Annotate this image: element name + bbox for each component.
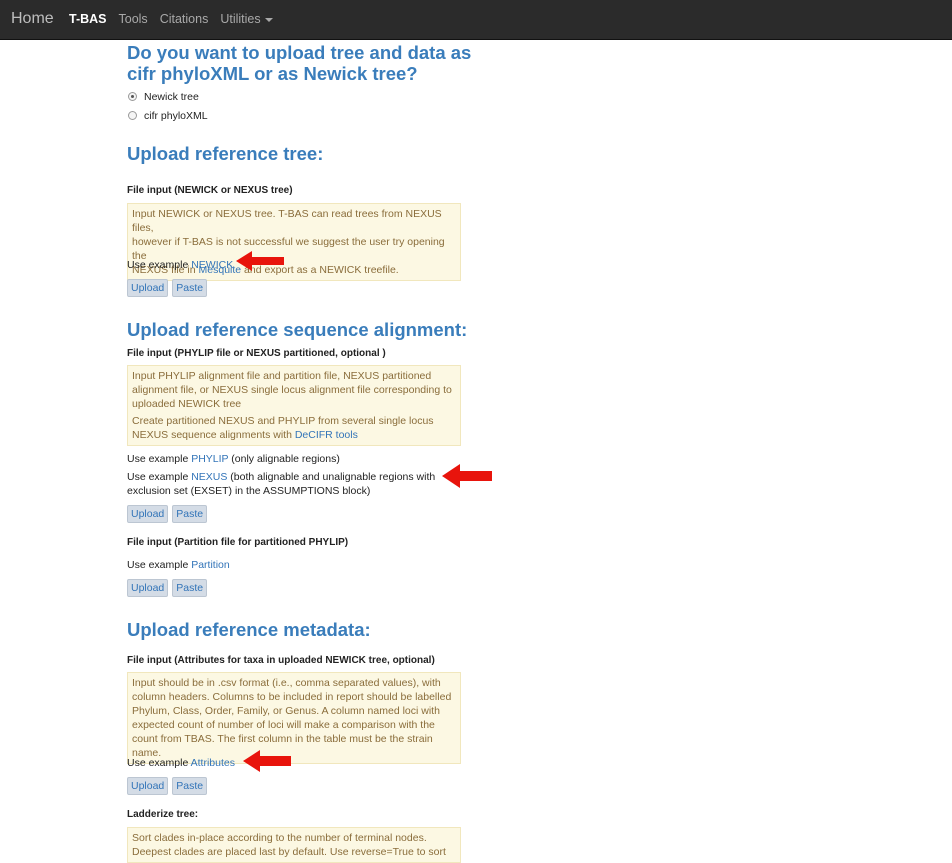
- nexus-example-line2: exclusion set (EXSET) in the ASSUMPTIONS…: [127, 485, 371, 497]
- alignment-paste-button[interactable]: Paste: [172, 505, 208, 523]
- attributes-example-line: Use example Attributes: [127, 756, 235, 770]
- nav-item-tbas[interactable]: T-BAS: [69, 12, 107, 26]
- tree-example-line: Use example NEWICK: [127, 258, 233, 272]
- tree-help-line1: Input NEWICK or NEXUS tree. T-BAS can re…: [132, 208, 442, 234]
- format-question-title: Do you want to upload tree and data as c…: [127, 42, 471, 84]
- phylip-example-link[interactable]: PHYLIP: [191, 453, 228, 465]
- top-navbar: Home T-BAS Tools Citations Utilities: [0, 0, 952, 40]
- metadata-paste-button[interactable]: Paste: [172, 777, 208, 795]
- nav-item-utilities-label: Utilities: [220, 12, 261, 26]
- nav-home-link[interactable]: Home: [11, 10, 54, 28]
- newick-example-link[interactable]: NEWICK: [191, 259, 233, 271]
- phylip-example-post: (only alignable regions): [228, 453, 340, 465]
- radio-newick-label: Newick tree: [144, 90, 199, 103]
- metadata-section-title: Upload reference metadata:: [127, 619, 371, 640]
- tree-example-prefix: Use example: [127, 259, 192, 271]
- radio-phyloxml[interactable]: cifr phyloXML: [127, 106, 208, 125]
- partition-upload-button[interactable]: Upload: [127, 579, 169, 597]
- decifr-tools-link[interactable]: DeCIFR tools: [295, 429, 358, 441]
- partition-example-line: Use example Partition: [127, 558, 230, 572]
- nav-item-citations[interactable]: Citations: [160, 12, 209, 26]
- alignment-section-title: Upload reference sequence alignment:: [127, 319, 468, 340]
- metadata-help-line2: column headers. Columns to be included i…: [132, 691, 452, 703]
- radio-newick[interactable]: Newick tree: [127, 87, 199, 106]
- nav-menu: T-BAS Tools Citations Utilities: [69, 12, 285, 26]
- metadata-help-box: Input should be in .csv format (i.e., co…: [127, 672, 461, 764]
- partition-file-label: File input (Partition file for partition…: [127, 537, 349, 548]
- alignment-help-box: Input PHYLIP alignment file and partitio…: [127, 365, 461, 446]
- nexus-example-line: Use example NEXUS (both alignable and un…: [127, 470, 472, 498]
- metadata-help-line4: expected count of number of loci will ma…: [132, 719, 435, 731]
- tree-buttons: Upload Paste: [127, 279, 208, 297]
- nexus-example-link[interactable]: NEXUS: [191, 471, 227, 483]
- metadata-help-line3: Phylum, Class, Order, Family, or Genus. …: [132, 705, 440, 717]
- ladderize-help-box: Sort clades in-place according to the nu…: [127, 827, 461, 863]
- ladderize-label: Ladderize tree:: [127, 809, 199, 820]
- tree-section-title: Upload reference tree:: [127, 143, 324, 164]
- alignment-help-line1: Input PHYLIP alignment file and partitio…: [132, 370, 432, 382]
- partition-buttons: Upload Paste: [127, 579, 208, 597]
- phylip-example-prefix: Use example: [127, 453, 192, 465]
- tree-paste-button[interactable]: Paste: [172, 279, 208, 297]
- radio-phyloxml-button[interactable]: [128, 111, 137, 120]
- ladderize-help-line2: Deepest clades are placed last by defaul…: [132, 846, 446, 858]
- tree-upload-button[interactable]: Upload: [127, 279, 169, 297]
- tree-file-label: File input (NEWICK or NEXUS tree): [127, 185, 293, 196]
- format-question-title-line1: Do you want to upload tree and data as: [127, 42, 472, 63]
- radio-phyloxml-label: cifr phyloXML: [144, 109, 208, 122]
- attributes-example-prefix: Use example: [127, 757, 191, 769]
- alignment-help-line3: uploaded NEWICK tree: [132, 398, 242, 410]
- partition-paste-button[interactable]: Paste: [172, 579, 208, 597]
- alignment-help-line4: Create partitioned NEXUS and PHYLIP from…: [132, 415, 434, 427]
- alignment-help-line5-pre: NEXUS sequence alignments with: [132, 429, 295, 441]
- metadata-help-line1: Input should be in .csv format (i.e., co…: [132, 677, 441, 689]
- annotation-arrow-newick: [236, 251, 284, 271]
- nav-item-tools[interactable]: Tools: [119, 12, 148, 26]
- annotation-arrow-nexus: [442, 464, 492, 488]
- metadata-buttons: Upload Paste: [127, 777, 208, 795]
- partition-example-link[interactable]: Partition: [191, 559, 230, 571]
- chevron-down-icon: [264, 17, 273, 22]
- alignment-buttons: Upload Paste: [127, 505, 208, 523]
- radio-newick-button[interactable]: [128, 92, 137, 101]
- metadata-upload-button[interactable]: Upload: [127, 777, 169, 795]
- partition-example-prefix: Use example: [127, 559, 192, 571]
- ladderize-help-line1: Sort clades in-place according to the nu…: [132, 832, 427, 844]
- format-question-title-line2: cifr phyloXML or as Newick tree?: [127, 63, 418, 84]
- alignment-upload-button[interactable]: Upload: [127, 505, 169, 523]
- nexus-example-post: (both alignable and unalignable regions …: [227, 471, 436, 483]
- phylip-example-line: Use example PHYLIP (only alignable regio…: [127, 452, 340, 466]
- nexus-example-prefix: Use example: [127, 471, 192, 483]
- nav-item-utilities[interactable]: Utilities: [220, 12, 273, 26]
- annotation-arrow-attributes: [243, 750, 291, 772]
- alignment-help-line2: alignment file, or NEXUS single locus al…: [132, 384, 452, 396]
- attributes-example-link[interactable]: Attributes: [191, 757, 235, 769]
- alignment-file-label: File input (PHYLIP file or NEXUS partiti…: [127, 348, 386, 359]
- metadata-file-label: File input (Attributes for taxa in uploa…: [127, 655, 435, 666]
